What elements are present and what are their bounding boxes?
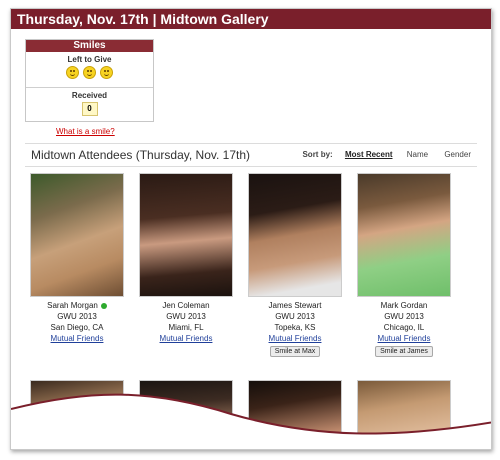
attendee-name: Sarah Morgan <box>29 301 125 310</box>
mutual-friends-link[interactable]: Mutual Friends <box>138 334 234 343</box>
attendees-header: Midtown Attendees (Thursday, Nov. 17th) … <box>25 143 477 167</box>
received-label: Received <box>71 91 108 100</box>
attendee-photo[interactable] <box>248 173 342 297</box>
online-status-icon <box>100 302 107 309</box>
page-title: Thursday, Nov. 17th | Midtown Gallery <box>11 9 491 29</box>
attendee-card: Jen Coleman GWU 2013 Miami, FL Mutual Fr… <box>138 173 234 343</box>
sort-name[interactable]: Name <box>407 150 428 159</box>
smiles-title: Smiles <box>26 40 153 52</box>
sort-most-recent[interactable]: Most Recent <box>345 150 393 159</box>
attendee-city: San Diego, CA <box>50 323 104 332</box>
mutual-friends-link[interactable]: Mutual Friends <box>247 334 343 343</box>
attendee-card: Mark Gordan GWU 2013 Chicago, IL Mutual … <box>356 173 452 357</box>
page-tear-decoration <box>11 393 491 449</box>
attendee-school: GWU 2013 <box>384 312 424 321</box>
page-card: Thursday, Nov. 17th | Midtown Gallery Sm… <box>10 8 492 450</box>
smiley-icon <box>100 66 114 79</box>
attendees-title: Midtown Attendees (Thursday, Nov. 17th) <box>31 148 250 162</box>
smiley-icon <box>65 66 79 79</box>
mutual-friends-link[interactable]: Mutual Friends <box>29 334 125 343</box>
attendee-city: Miami, FL <box>168 323 204 332</box>
left-to-give-label: Left to Give <box>67 55 112 64</box>
what-is-smile-link[interactable]: What is a smile? <box>56 127 115 136</box>
sort-bar: Sort by: Most Recent Name Gender <box>302 150 471 159</box>
attendee-card: Sarah Morgan GWU 2013 San Diego, CA Mutu… <box>29 173 125 343</box>
attendee-school: GWU 2013 <box>275 312 315 321</box>
attendee-school: GWU 2013 <box>57 312 97 321</box>
smiley-list <box>26 66 153 79</box>
attendee-photo[interactable] <box>357 173 451 297</box>
attendee-name-text: Sarah Morgan <box>47 301 98 310</box>
smiley-icon <box>83 66 96 79</box>
attendee-city: Topeka, KS <box>274 323 316 332</box>
smile-at-button[interactable]: Smile at James <box>375 346 433 357</box>
attendee-photo[interactable] <box>139 173 233 297</box>
smiles-panel: Smiles Left to Give Received 0 <box>25 39 154 122</box>
attendee-name: Jen Coleman <box>162 301 210 310</box>
attendee-photo[interactable] <box>30 173 124 297</box>
sort-label: Sort by: <box>302 150 333 159</box>
smile-at-button[interactable]: Smile at Max <box>269 346 321 357</box>
attendee-city: Chicago, IL <box>383 323 425 332</box>
attendee-school: GWU 2013 <box>166 312 206 321</box>
smiles-left-to-give: Left to Give <box>26 52 153 88</box>
received-count-badge: 0 <box>81 102 98 116</box>
attendee-name: Mark Gordan <box>380 301 428 310</box>
mutual-friends-link[interactable]: Mutual Friends <box>356 334 452 343</box>
sort-gender[interactable]: Gender <box>444 150 471 159</box>
attendee-card: James Stewart GWU 2013 Topeka, KS Mutual… <box>247 173 343 357</box>
smiles-received: Received 0 <box>26 88 153 121</box>
attendee-name: James Stewart <box>268 301 322 310</box>
